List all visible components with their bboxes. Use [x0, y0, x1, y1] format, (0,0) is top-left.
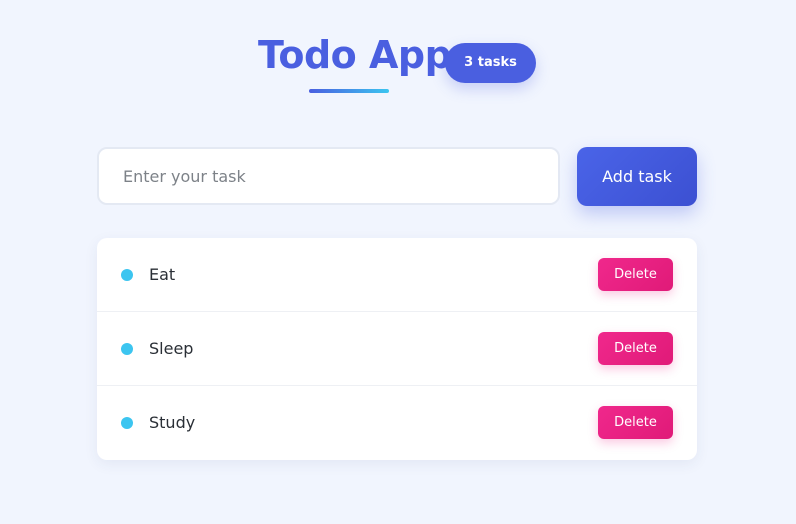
task-item-eat: Eat Delete: [97, 238, 697, 312]
title-underline: [309, 89, 389, 93]
bullet-dot-icon: [121, 269, 133, 281]
task-input[interactable]: [97, 147, 560, 205]
page-title: Todo App: [258, 33, 452, 77]
bullet-dot-icon: [121, 417, 133, 429]
task-count-badge: 3 tasks: [445, 43, 536, 83]
task-item-study: Study Delete: [97, 386, 697, 460]
task-text: Eat: [149, 265, 176, 284]
delete-task-button[interactable]: Delete: [598, 332, 673, 365]
delete-task-button[interactable]: Delete: [598, 406, 673, 439]
delete-task-button[interactable]: Delete: [598, 258, 673, 291]
task-list: Eat Delete Sleep Delete Study Delete: [97, 238, 697, 460]
task-text: Sleep: [149, 339, 194, 358]
todo-app: Todo App 3 tasks Add task Eat Delete Sle…: [0, 0, 796, 524]
task-text: Study: [149, 413, 196, 432]
task-item-sleep: Sleep Delete: [97, 312, 697, 386]
add-task-button[interactable]: Add task: [577, 147, 697, 206]
bullet-dot-icon: [121, 343, 133, 355]
